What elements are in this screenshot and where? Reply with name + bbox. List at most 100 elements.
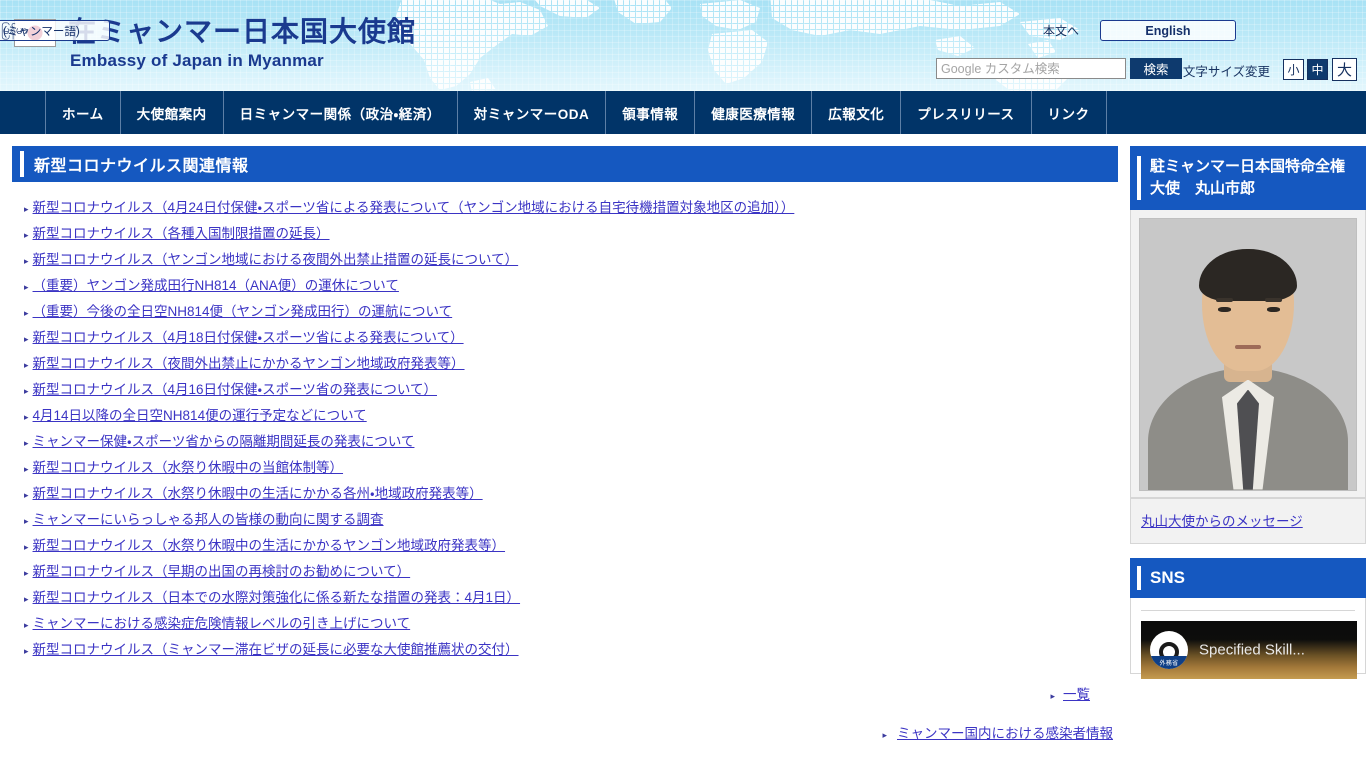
list-item[interactable]: ▸ 新型コロナウイルス（水祭り休暇中の生活にかかるヤンゴン地域政府発表等） xyxy=(12,534,1118,560)
news-link[interactable]: 新型コロナウイルス（水祭り休暇中の当館体制等） xyxy=(33,456,344,476)
list-item[interactable]: ▸ 新型コロナウイルス（4月18日付保健・スポーツ省による発表について） xyxy=(12,326,1118,352)
covid-news-list: ▸ 新型コロナウイルス（4月24日付保健・スポーツ省による発表について（ヤンゴン… xyxy=(12,196,1118,664)
search-input[interactable] xyxy=(936,58,1126,79)
list-item[interactable]: ▸ 新型コロナウイルス（夜間外出禁止にかかるヤンゴン地域政府発表等） xyxy=(12,352,1118,378)
sns-divider xyxy=(1141,609,1355,611)
arrow-bullet-icon: ▸ xyxy=(24,646,29,656)
list-item[interactable]: ▸ ミャンマーにおける感染症危険情報レベルの引き上げについて xyxy=(12,612,1118,638)
language-button-english[interactable]: English xyxy=(1100,20,1236,41)
arrow-bullet-icon: ▸ xyxy=(24,542,29,552)
ambassador-message-link[interactable]: 丸山大使からのメッセージ xyxy=(1141,514,1303,529)
news-link[interactable]: ミャンマーにおける感染症危険情報レベルの引き上げについて xyxy=(33,612,411,632)
font-size-large-button[interactable]: 大 xyxy=(1332,58,1357,81)
news-link[interactable]: 新型コロナウイルス（各種入国制限措置の延長） xyxy=(33,222,330,242)
arrow-bullet-icon: ▸ xyxy=(24,568,29,578)
news-link[interactable]: 新型コロナウイルス（4月16日付保健・スポーツ省の発表について） xyxy=(33,378,437,398)
list-item[interactable]: ▸ 新型コロナウイルス（ヤンゴン地域における夜間外出禁止措置の延長について） xyxy=(12,248,1118,274)
arrow-bullet-icon: ▸ xyxy=(24,412,29,422)
font-size-small-button[interactable]: 小 xyxy=(1283,59,1304,80)
language-button-myanmar[interactable]: မြန်မာ (ミャンマー語) xyxy=(0,20,110,41)
arrow-bullet-icon: ▸ xyxy=(882,730,887,740)
nav-item-home[interactable]: ホーム xyxy=(45,91,120,134)
sns-video-title: Specified Skill... xyxy=(1199,641,1305,658)
news-link[interactable]: 新型コロナウイルス（4月24日付保健・スポーツ省による発表について（ヤンゴン地域… xyxy=(33,196,795,216)
news-link[interactable]: 新型コロナウイルス（4月18日付保健・スポーツ省による発表について） xyxy=(33,326,464,346)
arrow-bullet-icon: ▸ xyxy=(24,620,29,630)
arrow-bullet-icon: ▸ xyxy=(24,230,29,240)
arrow-bullet-icon: ▸ xyxy=(24,256,29,266)
arrow-bullet-icon: ▸ xyxy=(24,282,29,292)
news-link[interactable]: ミャンマーにいらっしゃる邦人の皆様の動向に関する調査 xyxy=(33,508,384,528)
list-item[interactable]: ▸ 新型コロナウイルス（4月24日付保健・スポーツ省による発表について（ヤンゴン… xyxy=(12,196,1118,222)
nav-item-culture[interactable]: 広報文化 xyxy=(811,91,900,134)
list-item[interactable]: ▸ ミャンマーにいらっしゃる邦人の皆様の動向に関する調査 xyxy=(12,508,1118,534)
news-link[interactable]: 新型コロナウイルス（夜間外出禁止にかかるヤンゴン地域政府発表等） xyxy=(33,352,465,372)
arrow-bullet-icon: ▸ xyxy=(24,386,29,396)
sns-video-thumbnail[interactable]: 外務省 Specified Skill... xyxy=(1141,620,1357,679)
infection-info-row: ▸ ミャンマー国内における感染者情報 xyxy=(12,722,1118,742)
news-link[interactable]: 新型コロナウイルス（ヤンゴン地域における夜間外出禁止措置の延長について） xyxy=(33,248,519,268)
site-title-en: Embassy of Japan in Myanmar xyxy=(70,51,324,70)
nav-item-japan-myanmar-relations[interactable]: 日ミャンマー関係（政治・経済） xyxy=(222,91,457,134)
infection-info-link[interactable]: ミャンマー国内における感染者情報 xyxy=(897,722,1113,742)
site-title-ja: 在ミャンマー日本国大使館 xyxy=(68,16,417,47)
site-header: 在ミャンマー日本国大使館 Embassy of Japan in Myanmar… xyxy=(0,0,1366,91)
ambassador-message-row: 丸山大使からのメッセージ xyxy=(1130,497,1366,544)
ambassador-heading-text: 駐ミャンマー日本国特命全権大使 丸山市郎 xyxy=(1150,158,1346,197)
news-link[interactable]: 新型コロナウイルス（ミャンマー滞在ビザの延長に必要な大使館推薦状の交付） xyxy=(33,638,519,658)
sns-body: 外務省 Specified Skill... xyxy=(1130,597,1366,679)
nav-item-health-medical[interactable]: 健康医療情報 xyxy=(694,91,811,134)
language-myanmar-jp-label: (ミャンマー語) xyxy=(3,25,80,38)
section-heading-covid: 新型コロナウイルス関連情報 xyxy=(12,146,1118,182)
list-item[interactable]: ▸ 新型コロナウイルス（ミャンマー滞在ビザの延長に必要な大使館推薦状の交付） xyxy=(12,638,1118,664)
sns-heading: SNS xyxy=(1130,557,1366,598)
nav-item-embassy-info[interactable]: 大使館案内 xyxy=(119,91,223,134)
font-size-label: 文字サイズ変更 xyxy=(1182,65,1270,79)
news-link[interactable]: 4月14日以降の全日空NH814便の運行予定などについて xyxy=(33,404,367,424)
arrow-bullet-icon: ▸ xyxy=(1050,691,1055,701)
view-all-link[interactable]: 一覧 xyxy=(1063,683,1090,703)
list-item[interactable]: ▸ ミャンマー保健・スポーツ省からの隔離期間延長の発表について xyxy=(12,430,1118,456)
skip-to-content-link[interactable]: 本文へ xyxy=(1043,22,1079,39)
sns-heading-text: SNS xyxy=(1150,567,1185,587)
arrow-bullet-icon: ▸ xyxy=(24,438,29,448)
sns-box: SNS 外務省 Specified Skill... xyxy=(1130,557,1366,679)
main-content-column: 新型コロナウイルス関連情報 ▸ 新型コロナウイルス（4月24日付保健・スポーツ省… xyxy=(0,134,1130,742)
news-link[interactable]: （重要）今後の全日空NH814便（ヤンゴン発成田行）の運航について xyxy=(33,300,453,320)
nav-item-consular[interactable]: 領事情報 xyxy=(605,91,694,134)
list-item[interactable]: ▸ （重要）今後の全日空NH814便（ヤンゴン発成田行）の運航について xyxy=(12,300,1118,326)
view-all-row: ▸ 一覧 xyxy=(12,683,1118,703)
ambassador-box: 駐ミャンマー日本国特命全権大使 丸山市郎 丸山大使からのメッセージ xyxy=(1130,146,1366,544)
search-button[interactable]: 検索 xyxy=(1130,58,1182,79)
arrow-bullet-icon: ▸ xyxy=(24,360,29,370)
news-link[interactable]: 新型コロナウイルス（水祭り休暇中の生活にかかるヤンゴン地域政府発表等） xyxy=(33,534,506,554)
list-item[interactable]: ▸ 新型コロナウイルス（各種入国制限措置の延長） xyxy=(12,222,1118,248)
news-link[interactable]: （重要）ヤンゴン発成田行NH814（ANA便）の運休について xyxy=(33,274,399,294)
nav-item-oda[interactable]: 対ミャンマーODA xyxy=(456,91,606,134)
list-item[interactable]: ▸ 4月14日以降の全日空NH814便の運行予定などについて xyxy=(12,404,1118,430)
section-heading-text: 新型コロナウイルス関連情報 xyxy=(34,158,249,175)
nav-item-links[interactable]: リンク xyxy=(1030,91,1107,134)
list-item[interactable]: ▸ （重要）ヤンゴン発成田行NH814（ANA便）の運休について xyxy=(12,274,1118,300)
news-link[interactable]: 新型コロナウイルス（水祭り休暇中の生活にかかる各州・地域政府発表等） xyxy=(33,482,483,502)
mofa-logo-icon: 外務省 xyxy=(1150,630,1188,669)
ambassador-heading: 駐ミャンマー日本国特命全権大使 丸山市郎 xyxy=(1130,146,1366,210)
arrow-bullet-icon: ▸ xyxy=(24,490,29,500)
ambassador-photo-wrapper xyxy=(1130,209,1366,498)
page-body: 新型コロナウイルス関連情報 ▸ 新型コロナウイルス（4月24日付保健・スポーツ省… xyxy=(0,134,1366,742)
list-item[interactable]: ▸ 新型コロナウイルス（水祭り休暇中の生活にかかる各州・地域政府発表等） xyxy=(12,482,1118,508)
news-link[interactable]: 新型コロナウイルス（早期の出国の再検討のお勧めについて） xyxy=(33,560,411,580)
news-link[interactable]: 新型コロナウイルス（日本での水際対策強化に係る新たな措置の発表：4月1日） xyxy=(33,586,521,606)
list-item[interactable]: ▸ 新型コロナウイルス（水祭り休暇中の当館体制等） xyxy=(12,456,1118,482)
arrow-bullet-icon: ▸ xyxy=(24,308,29,318)
arrow-bullet-icon: ▸ xyxy=(24,204,29,214)
font-size-medium-button[interactable]: 中 xyxy=(1307,59,1328,80)
arrow-bullet-icon: ▸ xyxy=(24,594,29,604)
mofa-logo-label: 外務省 xyxy=(1150,655,1188,669)
nav-item-press-release[interactable]: プレスリリース xyxy=(900,91,1030,134)
list-item[interactable]: ▸ 新型コロナウイルス（早期の出国の再検討のお勧めについて） xyxy=(12,560,1118,586)
arrow-bullet-icon: ▸ xyxy=(24,464,29,474)
list-item[interactable]: ▸ 新型コロナウイルス（日本での水際対策強化に係る新たな措置の発表：4月1日） xyxy=(12,586,1118,612)
list-item[interactable]: ▸ 新型コロナウイルス（4月16日付保健・スポーツ省の発表について） xyxy=(12,378,1118,404)
news-link[interactable]: ミャンマー保健・スポーツ省からの隔離期間延長の発表について xyxy=(33,430,415,450)
